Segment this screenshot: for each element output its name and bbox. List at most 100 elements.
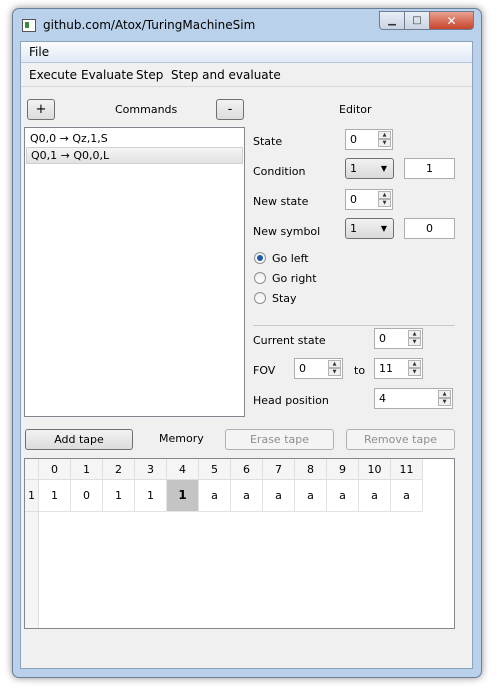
new-symbol-select[interactable]: 1 ▼	[345, 218, 394, 239]
maximize-icon: □	[412, 15, 422, 26]
tape-cell[interactable]: a	[263, 480, 295, 512]
fov-to-value: 11	[379, 362, 393, 375]
column-header: 5	[199, 459, 231, 480]
spin-down-icon[interactable]: ▼	[378, 139, 391, 147]
spin-up-icon[interactable]: ▲	[378, 191, 391, 199]
column-header: 2	[103, 459, 135, 480]
new-state-spinbox[interactable]: 0 ▲ ▼	[345, 189, 393, 210]
tape-cell[interactable]: a	[359, 480, 391, 512]
spin-down-icon[interactable]: ▼	[438, 398, 451, 406]
corner-header	[25, 459, 39, 480]
application-window: github.com/Atox/TuringMachineSim ▁ □ ✕ F…	[12, 8, 482, 678]
memory-tape-table[interactable]: 1 0 1 1 0 2 1 3 1 4 1 5 a 6 a 7 a 8 a 9 a 10 a 11 a	[24, 458, 455, 629]
row-header: 1	[25, 480, 39, 512]
tape-cell[interactable]: 1	[39, 480, 71, 512]
fov-to-label: to	[354, 364, 366, 377]
maximize-button[interactable]: □	[405, 11, 430, 30]
current-state-label: Current state	[253, 334, 326, 347]
new-state-label: New state	[253, 195, 309, 208]
new-symbol-select-value: 1	[350, 222, 357, 235]
row-header-gutter	[25, 512, 39, 628]
close-icon: ✕	[446, 13, 457, 28]
spin-down-icon[interactable]: ▼	[378, 199, 391, 207]
add-tape-button[interactable]: Add tape	[25, 429, 133, 450]
add-command-button[interactable]: +	[27, 99, 55, 120]
column-header: 6	[231, 459, 263, 480]
execute-menu[interactable]: Execute	[29, 68, 77, 82]
commands-list[interactable]: Q0,0 → Qz,1,S Q0,1 → Q0,0,L	[24, 127, 245, 417]
column-header: 7	[263, 459, 295, 480]
spin-up-icon[interactable]: ▲	[408, 360, 421, 368]
tape-cell[interactable]: a	[295, 480, 327, 512]
title-bar[interactable]: github.com/Atox/TuringMachineSim ▁ □ ✕	[13, 9, 481, 41]
column-header: 8	[295, 459, 327, 480]
divider	[253, 325, 455, 326]
minimize-icon: ▁	[388, 15, 396, 26]
go-left-radio[interactable]	[254, 252, 266, 264]
tape-cell[interactable]: 1	[135, 480, 167, 512]
column-header: 4	[167, 459, 199, 480]
minimize-button[interactable]: ▁	[379, 11, 405, 30]
window-title: github.com/Atox/TuringMachineSim	[43, 18, 256, 32]
memory-title: Memory	[159, 432, 204, 445]
toolbar: Execute Evaluate Step Step and evaluate	[21, 64, 472, 87]
current-state-spinbox[interactable]: 0 ▲ ▼	[374, 328, 423, 349]
column-header: 10	[359, 459, 391, 480]
stay-radio[interactable]	[254, 292, 266, 304]
tape-cell[interactable]: a	[391, 480, 423, 512]
tape-cell[interactable]: 1	[103, 480, 135, 512]
tape-cell[interactable]: a	[199, 480, 231, 512]
head-position-label: Head position	[253, 394, 329, 407]
erase-tape-button[interactable]: Erase tape	[225, 429, 334, 450]
chevron-down-icon: ▼	[380, 224, 387, 233]
remove-tape-button[interactable]: Remove tape	[346, 429, 455, 450]
condition-select[interactable]: 1 ▼	[345, 158, 394, 179]
fov-label: FOV	[253, 364, 276, 377]
fov-from-spinbox[interactable]: 0 ▲ ▼	[294, 358, 343, 379]
fov-to-spinbox[interactable]: 11 ▲ ▼	[374, 358, 423, 379]
tape-cell[interactable]: a	[231, 480, 263, 512]
column-header: 9	[327, 459, 359, 480]
go-right-label[interactable]: Go right	[272, 272, 317, 285]
main-content: File Execute Evaluate Step Step and eval…	[20, 41, 473, 669]
spin-down-icon[interactable]: ▼	[408, 368, 421, 376]
go-right-radio[interactable]	[254, 272, 266, 284]
condition-select-value: 1	[350, 162, 357, 175]
column-header: 11	[391, 459, 423, 480]
tape-cell-head[interactable]: 1	[167, 480, 199, 512]
spin-up-icon[interactable]: ▲	[378, 131, 391, 139]
head-position-value: 4	[379, 392, 386, 405]
menu-file[interactable]: File	[29, 45, 49, 59]
condition-label: Condition	[253, 165, 306, 178]
column-header: 0	[39, 459, 71, 480]
fov-from-value: 0	[299, 362, 306, 375]
stay-label[interactable]: Stay	[272, 292, 297, 305]
new-symbol-label: New symbol	[253, 225, 321, 238]
new-symbol-field[interactable]: 0	[404, 218, 455, 239]
commands-title: Commands	[115, 103, 178, 116]
list-item-selected[interactable]: Q0,1 → Q0,0,L	[26, 147, 243, 164]
tape-cell[interactable]: a	[327, 480, 359, 512]
editor-title: Editor	[339, 103, 372, 116]
chevron-down-icon: ▼	[380, 164, 387, 173]
tape-cell[interactable]: 0	[71, 480, 103, 512]
spin-up-icon[interactable]: ▲	[328, 360, 341, 368]
state-value: 0	[350, 133, 357, 146]
go-left-label[interactable]: Go left	[272, 252, 309, 265]
spin-up-icon[interactable]: ▲	[408, 330, 421, 338]
column-header: 1	[71, 459, 103, 480]
close-button[interactable]: ✕	[430, 11, 474, 30]
head-position-spinbox[interactable]: 4 ▲ ▼	[374, 388, 453, 409]
step-and-evaluate-menu[interactable]: Step and evaluate	[171, 68, 281, 82]
list-item[interactable]: Q0,0 → Qz,1,S	[26, 130, 243, 147]
new-state-value: 0	[350, 193, 357, 206]
spin-up-icon[interactable]: ▲	[438, 390, 451, 398]
evaluate-menu[interactable]: Evaluate	[81, 68, 133, 82]
spin-down-icon[interactable]: ▼	[408, 338, 421, 346]
condition-field[interactable]: 1	[404, 158, 455, 179]
state-spinbox[interactable]: 0 ▲ ▼	[345, 129, 393, 150]
remove-command-button[interactable]: -	[216, 99, 244, 120]
step-menu[interactable]: Step	[136, 68, 163, 82]
column-header: 3	[135, 459, 167, 480]
spin-down-icon[interactable]: ▼	[328, 368, 341, 376]
